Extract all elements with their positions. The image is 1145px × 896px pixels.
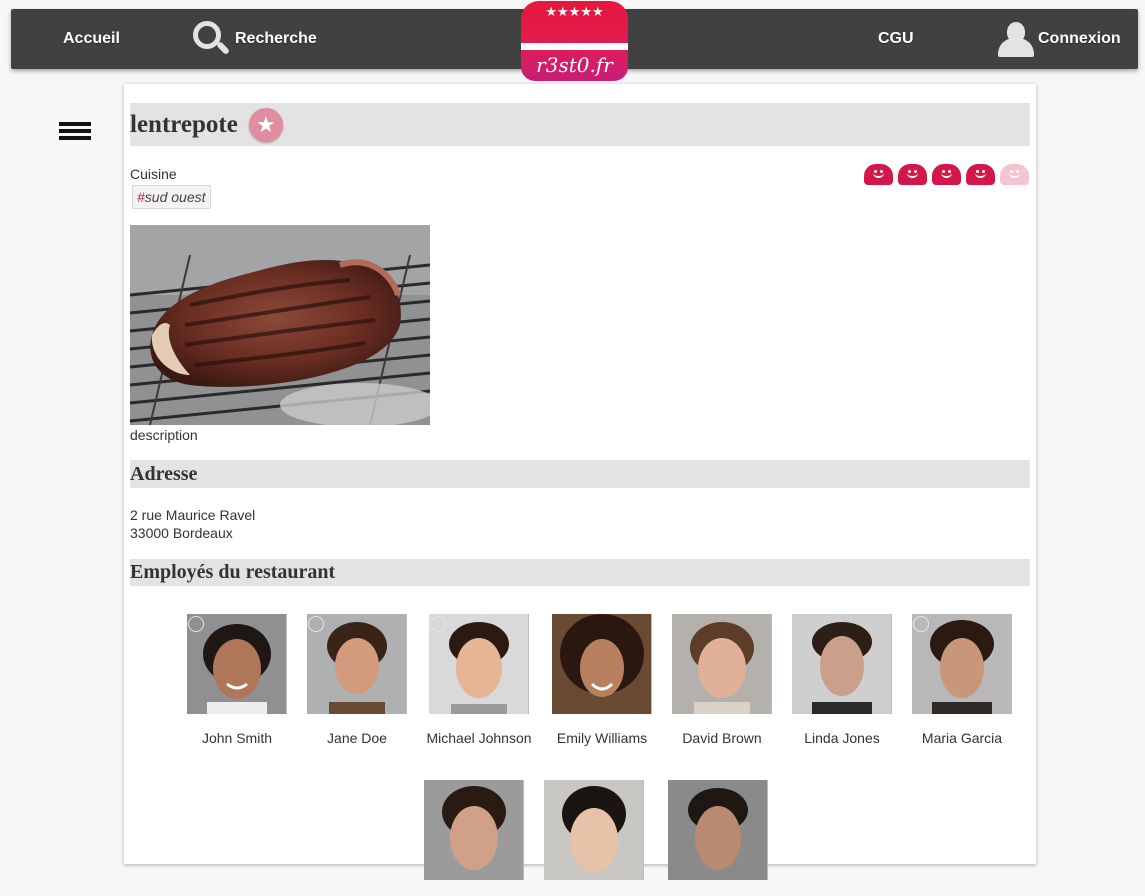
menu-icon[interactable] — [59, 122, 91, 140]
rating-burger-icon — [966, 164, 995, 185]
staff-photo — [552, 614, 652, 714]
staff-photo — [544, 780, 644, 880]
staff-name: Linda Jones — [804, 730, 880, 746]
staff-card[interactable]: Emily Williams — [542, 614, 662, 746]
select-radio[interactable] — [430, 616, 446, 632]
staff-name: David Brown — [682, 730, 762, 746]
staff-name: Emily Williams — [556, 730, 648, 746]
restaurant-description: description — [130, 427, 198, 443]
cuisine-tag[interactable]: #sud ouest — [132, 185, 211, 209]
staff-name: Jane Doe — [327, 730, 387, 746]
staff-card[interactable] — [534, 780, 654, 896]
staff-name: Michael Johnson — [426, 730, 532, 746]
favorite-star-icon[interactable]: ★ — [248, 107, 283, 142]
restaurant-photo — [130, 225, 430, 425]
staff-card[interactable]: Linda Jones — [782, 614, 902, 746]
staff-name: John Smith — [201, 730, 273, 746]
rating-burger-icon — [898, 164, 927, 185]
staff-photo — [912, 614, 1012, 714]
staff-photo — [424, 780, 524, 880]
user-icon — [998, 21, 1034, 57]
staff-card[interactable] — [414, 780, 534, 896]
steak-photo-illustration — [130, 225, 430, 425]
logo-band — [521, 43, 628, 50]
nav-login-link[interactable]: Connexion — [998, 9, 1121, 69]
hash-icon: # — [137, 189, 145, 205]
search-icon — [191, 19, 231, 59]
nav-terms-link[interactable]: CGU — [878, 9, 914, 69]
select-radio[interactable] — [913, 616, 929, 632]
address-block: 2 rue Maurice Ravel 33000 Bordeaux — [130, 506, 255, 542]
logo-brand-text: r3st0.fr — [536, 53, 613, 77]
logo-stars: ★★★★★ — [545, 4, 604, 19]
nav-login-label: Connexion — [1038, 30, 1121, 47]
staff-photo — [429, 614, 529, 714]
rating-burger-empty-icon — [1000, 164, 1029, 185]
address-line-street: 2 rue Maurice Ravel — [130, 507, 256, 523]
staff-photo — [187, 614, 287, 714]
staff-card[interactable]: Maria Garcia — [902, 614, 1022, 746]
staff-photo — [792, 614, 892, 714]
restaurant-name: lentrepote — [130, 110, 238, 138]
address-line-city: 33000 Bordeaux — [130, 525, 233, 541]
staff-name: Maria Garcia — [921, 730, 1003, 746]
staff-card[interactable] — [658, 780, 778, 896]
staff-card[interactable]: David Brown — [662, 614, 782, 746]
staff-photo — [307, 614, 407, 714]
cuisine-label: Cuisine — [130, 166, 177, 182]
staff-section-heading: Employés du restaurant — [130, 559, 1030, 586]
staff-photo — [672, 614, 772, 714]
rating-burgers — [864, 164, 1029, 185]
staff-photo — [668, 780, 768, 880]
restaurant-title-bar: lentrepote ★ — [130, 103, 1030, 146]
restaurant-card: lentrepote ★ Cuisine #sud ouest descript… — [124, 84, 1036, 880]
cuisine-tag-label: sud ouest — [144, 189, 206, 205]
staff-card[interactable]: Michael Johnson — [419, 614, 539, 746]
site-logo[interactable]: ★★★★★ r3st0.fr — [521, 1, 628, 81]
staff-card[interactable]: John Smith — [177, 614, 297, 746]
address-section-heading: Adresse — [130, 460, 1030, 488]
staff-card[interactable]: Jane Doe — [297, 614, 417, 746]
nav-home-link[interactable]: Accueil — [63, 9, 120, 69]
select-radio[interactable] — [308, 616, 324, 632]
rating-burger-icon — [932, 164, 961, 185]
rating-burger-icon — [864, 164, 893, 185]
select-radio[interactable] — [188, 616, 204, 632]
nav-search-link[interactable]: Recherche — [191, 9, 317, 69]
nav-search-label: Recherche — [235, 30, 317, 47]
